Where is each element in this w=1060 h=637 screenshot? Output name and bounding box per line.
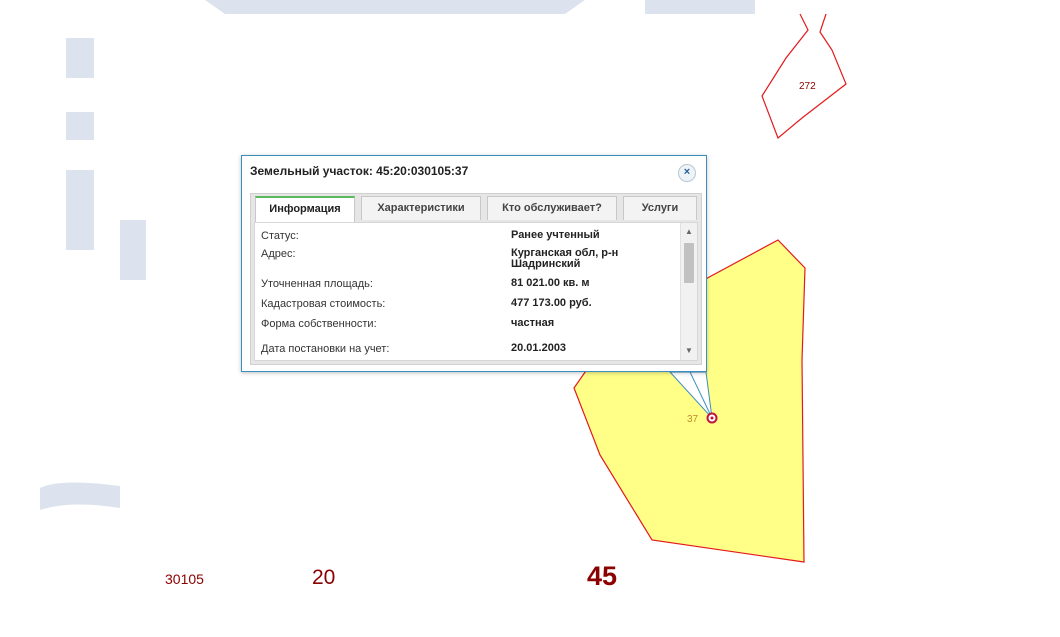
info-key: Дата постановки на учет: bbox=[261, 343, 390, 355]
watermark-top-band bbox=[205, 0, 585, 14]
info-key: Адрес: bbox=[261, 248, 296, 260]
watermark-bar-2 bbox=[66, 112, 94, 140]
scrollbar[interactable]: ▲ ▼ bbox=[680, 223, 697, 360]
tab-services[interactable]: Услуги bbox=[623, 196, 697, 220]
tab-characteristics[interactable]: Характеристики bbox=[361, 196, 481, 220]
parcel-37-label: 37 bbox=[687, 414, 699, 425]
popup-title: Земельный участок: 45:20:030105:37 bbox=[250, 164, 469, 178]
parcel-marker-dot bbox=[710, 416, 714, 420]
watermark-bar-3 bbox=[66, 170, 94, 250]
block-label: 30105 bbox=[165, 571, 204, 587]
info-value: частная bbox=[511, 317, 555, 329]
watermark-swoosh bbox=[40, 482, 120, 510]
close-icon[interactable]: × bbox=[678, 164, 696, 182]
info-key: Статус: bbox=[261, 230, 299, 242]
tab-who-serves[interactable]: Кто обслуживает? bbox=[487, 196, 617, 220]
tabs-panel: Информация Характеристики Кто обслуживае… bbox=[250, 193, 702, 365]
info-value: 81 021.00 кв. м bbox=[511, 277, 590, 289]
parcel-272-label: 272 bbox=[799, 81, 816, 92]
info-key: Форма собственности: bbox=[261, 318, 377, 330]
watermark-bar-4 bbox=[120, 220, 146, 280]
region-label: 45 bbox=[587, 561, 618, 591]
info-value: 20.01.2003 bbox=[511, 342, 567, 354]
info-value: Курганская обл, р-н Шадринский bbox=[511, 247, 619, 270]
watermark-bar-1 bbox=[66, 38, 94, 78]
parcel-info-popup: Земельный участок: 45:20:030105:37 × Инф… bbox=[241, 155, 707, 372]
info-key: Кадастровая стоимость: bbox=[261, 298, 386, 310]
info-value: 477 173.00 руб. bbox=[511, 297, 592, 309]
district-label: 20 bbox=[312, 566, 336, 589]
scroll-up-icon[interactable]: ▲ bbox=[681, 225, 697, 239]
watermark-top-right bbox=[645, 0, 755, 14]
info-key: Уточненная площадь: bbox=[261, 278, 373, 290]
scroll-thumb[interactable] bbox=[684, 243, 694, 283]
parcel-272-outline[interactable] bbox=[761, 13, 847, 139]
scroll-down-icon[interactable]: ▼ bbox=[681, 344, 697, 358]
tab-information[interactable]: Информация bbox=[255, 196, 355, 223]
info-content[interactable]: Статус: Ранее учтенный Адрес: Курганская… bbox=[254, 222, 698, 361]
info-value: Ранее учтенный bbox=[511, 229, 600, 241]
